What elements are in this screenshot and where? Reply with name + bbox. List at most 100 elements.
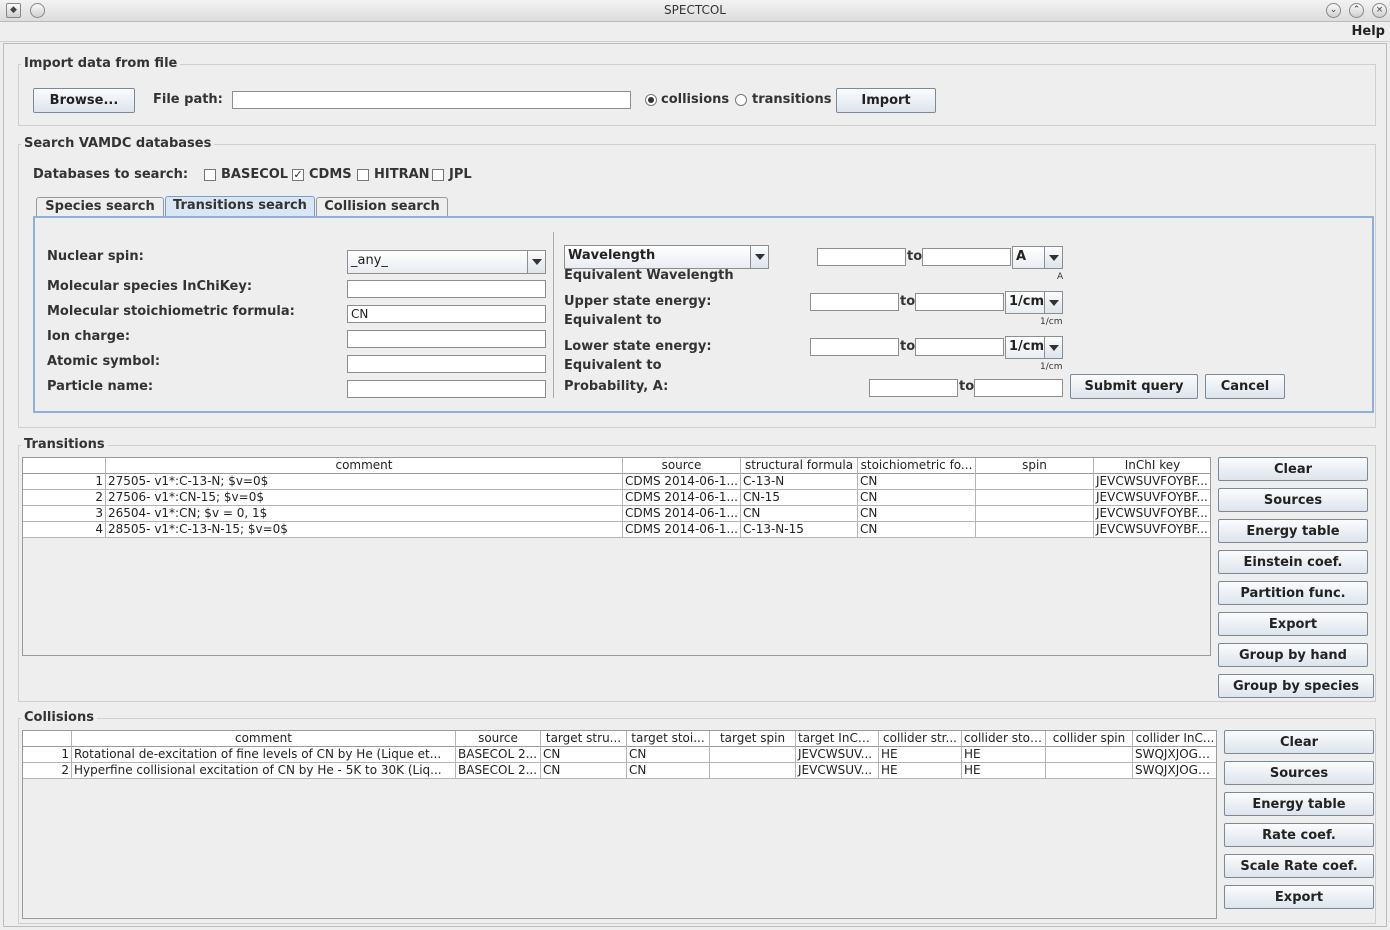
table-cell: 1 (23, 474, 106, 490)
lower-unit-small: 1/cm (1040, 362, 1063, 372)
column-header[interactable]: source (456, 731, 541, 747)
nuclear-spin-select[interactable]: _any_ (347, 250, 546, 274)
probability-from-input[interactable] (869, 379, 958, 397)
upper-to-input[interactable] (915, 293, 1004, 311)
upper-equivalent-label: Equivalent to (564, 313, 662, 328)
column-header[interactable]: comment (106, 458, 623, 474)
maximize-icon[interactable]: ⌃ (1349, 3, 1364, 18)
table-cell: CN (541, 747, 627, 763)
upper-from-input[interactable] (810, 293, 899, 311)
form-separator (553, 232, 554, 398)
lower-unit-select[interactable]: 1/cm (1005, 336, 1063, 359)
column-header[interactable]: collider InC... (1133, 731, 1216, 747)
collisions-table[interactable]: comment source target stru... target stoi..… (22, 730, 1217, 919)
table-cell: JEVCWSUV... (796, 763, 879, 779)
submit-query-button[interactable]: Submit query (1070, 374, 1198, 399)
table-row[interactable]: 2 27506- v1*:CN-15; $v=0$ CDMS 2014-06-1..… (23, 490, 1210, 506)
particle-name-input[interactable] (347, 380, 546, 398)
column-header[interactable]: comment (72, 731, 456, 747)
table-row[interactable]: 3 26504- v1*:CN; $v = 0, 1$ CDMS 2014-06-1… (23, 506, 1210, 522)
column-header[interactable]: target stru... (541, 731, 627, 747)
upper-unit-select[interactable]: 1/cm (1005, 291, 1063, 314)
formula-input[interactable] (347, 305, 546, 323)
tab-species-search[interactable]: Species search (36, 197, 164, 217)
jpl-label: JPL (449, 167, 472, 182)
column-header[interactable]: source (623, 458, 741, 474)
lower-from-input[interactable] (810, 338, 899, 356)
einstein-coef-button[interactable]: Einstein coef. (1218, 550, 1368, 574)
basecol-checkbox[interactable] (204, 169, 216, 181)
table-cell (976, 474, 1094, 490)
sources-button[interactable]: Sources (1224, 761, 1374, 785)
probability-label: Probability, A: (564, 379, 669, 394)
import-button[interactable]: Import (836, 88, 936, 113)
file-path-input[interactable] (232, 91, 631, 109)
transitions-radio[interactable] (735, 94, 747, 106)
table-cell (1046, 747, 1133, 763)
energy-table-button[interactable]: Energy table (1224, 792, 1374, 816)
probability-to-input[interactable] (974, 379, 1063, 397)
wavelength-unit-select[interactable]: A (1012, 246, 1063, 269)
sources-button[interactable]: Sources (1218, 488, 1368, 512)
table-cell: CN-15 (741, 490, 858, 506)
hitran-checkbox[interactable] (357, 169, 369, 181)
column-header[interactable]: collider stoi... (962, 731, 1046, 747)
column-header[interactable]: target spin (710, 731, 796, 747)
table-cell: 28505- v1*:C-13-N-15; $v=0$ (106, 522, 623, 538)
menu-help[interactable]: Help (1352, 24, 1385, 39)
chevron-down-icon (1044, 247, 1062, 268)
close-icon[interactable]: × (1372, 3, 1387, 18)
column-header[interactable]: collider str... (879, 731, 962, 747)
table-row[interactable]: 2 Hyperfine collisional excitation of CN … (23, 763, 1216, 779)
column-header[interactable] (23, 458, 106, 474)
group-by-species-button[interactable]: Group by species (1218, 674, 1374, 698)
table-cell (976, 522, 1094, 538)
minimize-icon[interactable]: ⌄ (1326, 3, 1341, 18)
tab-transitions-search[interactable]: Transitions search (165, 196, 315, 217)
table-cell (976, 506, 1094, 522)
export-button[interactable]: Export (1218, 612, 1368, 636)
column-header[interactable]: stoichiometric fo... (858, 458, 976, 474)
table-row[interactable]: 1 27505- v1*:C-13-N; $v=0$ CDMS 2014-06-1.… (23, 474, 1210, 490)
chevron-down-icon (1044, 337, 1062, 358)
lower-equivalent-label: Equivalent to (564, 358, 662, 373)
group-by-hand-button[interactable]: Group by hand (1218, 643, 1368, 667)
collisions-radio-label: collisions (661, 92, 730, 107)
atomic-symbol-input[interactable] (347, 355, 546, 373)
collisions-radio[interactable] (645, 94, 657, 106)
cancel-button[interactable]: Cancel (1205, 374, 1285, 399)
inchikey-input[interactable] (347, 280, 546, 298)
table-cell: 3 (23, 506, 106, 522)
column-header[interactable]: collider spin (1046, 731, 1133, 747)
column-header[interactable]: structural formula (741, 458, 858, 474)
probability-to-label: to (959, 379, 975, 394)
column-header[interactable]: target InCh... (796, 731, 879, 747)
column-header[interactable]: target stoi... (627, 731, 710, 747)
rate-coef-button[interactable]: Rate coef. (1224, 823, 1374, 847)
table-row[interactable]: 1 Rotational de-excitation of fine levels… (23, 747, 1216, 763)
browse-button[interactable]: Browse... (33, 88, 135, 113)
table-row[interactable]: 4 28505- v1*:C-13-N-15; $v=0$ CDMS 2014-06… (23, 522, 1210, 538)
clear-button[interactable]: Clear (1218, 457, 1368, 481)
column-header[interactable] (23, 731, 72, 747)
lower-to-input[interactable] (915, 338, 1004, 356)
ion-charge-label: Ion charge: (47, 329, 131, 344)
transitions-table[interactable]: comment source structural formula stoichiom… (22, 457, 1211, 656)
column-header[interactable]: InChI key (1094, 458, 1210, 474)
cdms-checkbox[interactable]: ✓ (292, 169, 304, 181)
table-cell: CDMS 2014-06-1... (623, 522, 741, 538)
wavelength-to-input[interactable] (922, 248, 1011, 266)
wavelength-unit-small: A (1057, 272, 1064, 282)
ion-charge-input[interactable] (347, 330, 546, 348)
energy-table-button[interactable]: Energy table (1218, 519, 1368, 543)
tab-collision-search[interactable]: Collision search (316, 197, 448, 217)
export-button[interactable]: Export (1224, 885, 1374, 909)
range-type-select[interactable]: Wavelength (564, 245, 769, 269)
transitions-radio-label: transitions (752, 92, 832, 107)
jpl-checkbox[interactable] (432, 169, 444, 181)
scale-rate-coef-button[interactable]: Scale Rate coef. (1224, 854, 1374, 878)
clear-button[interactable]: Clear (1224, 730, 1374, 754)
column-header[interactable]: spin (976, 458, 1094, 474)
partition-func-button[interactable]: Partition func. (1218, 581, 1368, 605)
wavelength-from-input[interactable] (817, 248, 906, 266)
